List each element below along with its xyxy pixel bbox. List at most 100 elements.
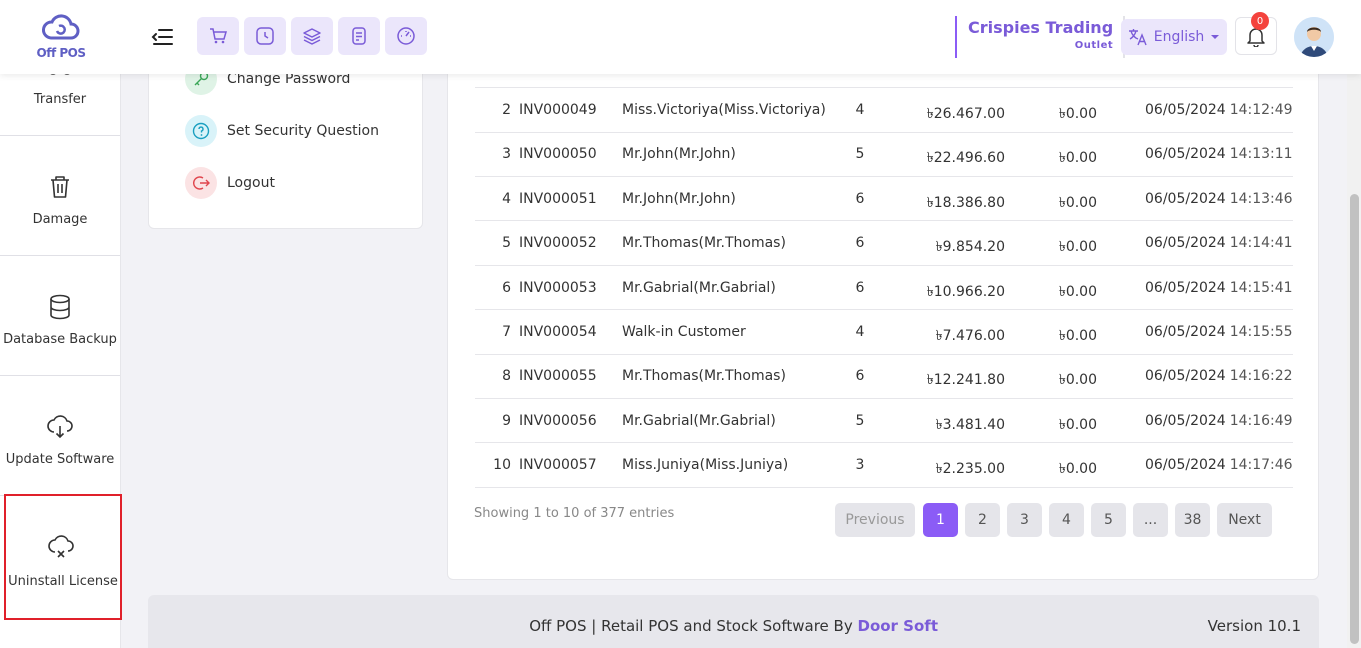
cell-invoice: INV000057 [519, 457, 597, 474]
cart-icon [210, 28, 227, 44]
cell-quantity: 6 [855, 190, 865, 207]
cell-datetime: 06/05/2024 14:13:11 [1145, 146, 1293, 162]
sidebar: Transfer Damage Database Backup Update S… [0, 0, 122, 648]
language-label: English [1153, 29, 1205, 45]
cell-time: 14:16:22 [1229, 368, 1293, 385]
cell-date: 06/05/2024 [1145, 324, 1226, 340]
cell-invoice: INV000051 [519, 190, 597, 207]
avatar-image [1294, 17, 1334, 57]
footer-company-link[interactable]: Door Soft [858, 617, 939, 635]
layers-icon [303, 28, 321, 45]
cell-quantity: 3 [855, 457, 865, 474]
pagination-page[interactable]: 4 [1049, 503, 1084, 537]
cell-due: ৳0.00 [1058, 106, 1097, 122]
sidebar-item-update-software[interactable]: Update Software [0, 376, 120, 496]
logout-label: Logout [227, 175, 275, 191]
page-scrollbar[interactable] [1347, 74, 1361, 648]
security-question-label: Set Security Question [227, 123, 379, 139]
cell-customer: Mr.Thomas(Mr.Thomas) [622, 368, 786, 385]
menu-collapse-icon[interactable] [150, 25, 174, 49]
cell-date: 06/05/2024 [1145, 412, 1226, 429]
cell-datetime: 06/05/2024 14:16:22 [1145, 368, 1293, 384]
cell-invoice: INV000052 [519, 235, 597, 252]
footer-version: Version 10.1 [1207, 617, 1301, 635]
cell-customer: Walk-in Customer [622, 324, 746, 340]
receipt-button[interactable] [338, 17, 380, 55]
cell-serial: 10 [493, 457, 511, 474]
security-question-link[interactable]: Set Security Question [185, 115, 379, 147]
cell-serial: 2 [502, 102, 511, 118]
cell-date: 06/05/2024 [1145, 146, 1226, 163]
cell-total: ৳3.481.40 [935, 416, 1005, 433]
cell-total: ৳26.467.00 [926, 106, 1005, 122]
pagination-page[interactable]: 38 [1175, 503, 1210, 537]
clock-icon [256, 27, 274, 45]
pagination-previous[interactable]: Previous [835, 503, 915, 537]
cell-customer: Mr.Gabrial(Mr.Gabrial) [622, 279, 776, 296]
cell-time: 14:15:41 [1229, 279, 1293, 296]
cell-datetime: 06/05/2024 14:15:55 [1145, 324, 1293, 340]
sidebar-item-uninstall-license[interactable]: Uninstall License [4, 494, 122, 620]
cell-total: ৳18.386.80 [926, 194, 1005, 211]
table-row: 8 INV000055 Mr.Thomas(Mr.Thomas) 6 ৳12.241.8… [475, 354, 1293, 399]
cell-total: ৳9.854.20 [935, 239, 1005, 256]
cell-date: 06/05/2024 [1145, 368, 1226, 385]
cell-time: 14:17:46 [1229, 457, 1293, 474]
cell-invoice: INV000056 [519, 412, 597, 429]
table-row: 10 INV000057 Miss.Juniya(Miss.Juniya) 3 ৳2.2… [475, 443, 1293, 488]
sidebar-item-damage[interactable]: Damage [0, 136, 120, 256]
cell-quantity: 6 [855, 368, 865, 385]
cell-customer: Mr.Gabrial(Mr.Gabrial) [622, 412, 776, 429]
cell-due: ৳0.00 [1058, 150, 1097, 167]
logo-text: Off POS [36, 46, 86, 60]
cell-time: 14:16:49 [1229, 412, 1293, 429]
logout-icon [185, 167, 217, 199]
app-logo[interactable]: Off POS [30, 10, 92, 64]
cell-customer: Miss.Juniya(Miss.Juniya) [622, 457, 789, 474]
cell-serial: 7 [502, 324, 511, 340]
receipt-icon [352, 27, 366, 45]
cell-datetime: 06/05/2024 14:17:46 [1145, 457, 1293, 473]
cell-datetime: 06/05/2024 14:13:46 [1145, 191, 1293, 207]
cell-time: 14:14:41 [1229, 235, 1293, 252]
pagination-next[interactable]: Next [1217, 503, 1272, 537]
translate-icon [1128, 29, 1147, 46]
cell-due: ৳0.00 [1058, 283, 1097, 300]
table-row: 4 INV000051 Mr.John(Mr.John) 6 ৳18.386.80 ৳0.… [475, 177, 1293, 222]
cell-quantity: 5 [855, 146, 865, 163]
trash-icon [51, 176, 69, 198]
page-footer: Off POS | Retail POS and Stock Software … [148, 595, 1319, 648]
notification-button[interactable]: 0 [1235, 12, 1277, 55]
cell-serial: 6 [502, 279, 511, 296]
pagination-page[interactable]: 5 [1091, 503, 1126, 537]
pagination-page[interactable]: 3 [1007, 503, 1042, 537]
top-header: Off POS Crispies Trading Outlet English … [0, 0, 1361, 74]
pagination-page[interactable]: 2 [965, 503, 1000, 537]
table-row: 6 INV000053 Mr.Gabrial(Mr.Gabrial) 6 ৳10.966… [475, 266, 1293, 311]
dashboard-button[interactable] [385, 17, 427, 55]
layers-button[interactable] [291, 17, 333, 55]
cell-customer: Mr.John(Mr.John) [622, 146, 736, 163]
pos-cart-button[interactable] [197, 17, 239, 55]
cell-serial: 8 [502, 368, 511, 385]
language-selector[interactable]: English [1121, 19, 1227, 55]
logout-link[interactable]: Logout [185, 167, 275, 199]
cell-quantity: 4 [855, 102, 865, 118]
cell-serial: 9 [502, 412, 511, 429]
cell-quantity: 4 [855, 324, 865, 340]
scrollbar-thumb[interactable] [1350, 194, 1359, 644]
cell-serial: 4 [502, 190, 511, 207]
cell-due: ৳0.00 [1058, 461, 1097, 478]
clock-button[interactable] [244, 17, 286, 55]
outlet-label: Outlet [1074, 40, 1114, 51]
sidebar-item-label: Update Software [5, 452, 115, 467]
sidebar-item-database-backup[interactable]: Database Backup [0, 256, 120, 376]
logo-cloud-icon [42, 14, 80, 40]
sidebar-item-label: Uninstall License [8, 574, 118, 589]
pagination-page[interactable]: 1 [923, 503, 958, 537]
outlet-info[interactable]: Crispies Trading Outlet [955, 16, 1126, 58]
cell-due: ৳0.00 [1058, 416, 1097, 433]
sales-table-card: 2 INV000049 Miss.Victoriya(Miss.Victoriya)… [447, 50, 1319, 580]
user-avatar[interactable] [1294, 17, 1334, 57]
cell-date: 06/05/2024 [1145, 102, 1226, 118]
